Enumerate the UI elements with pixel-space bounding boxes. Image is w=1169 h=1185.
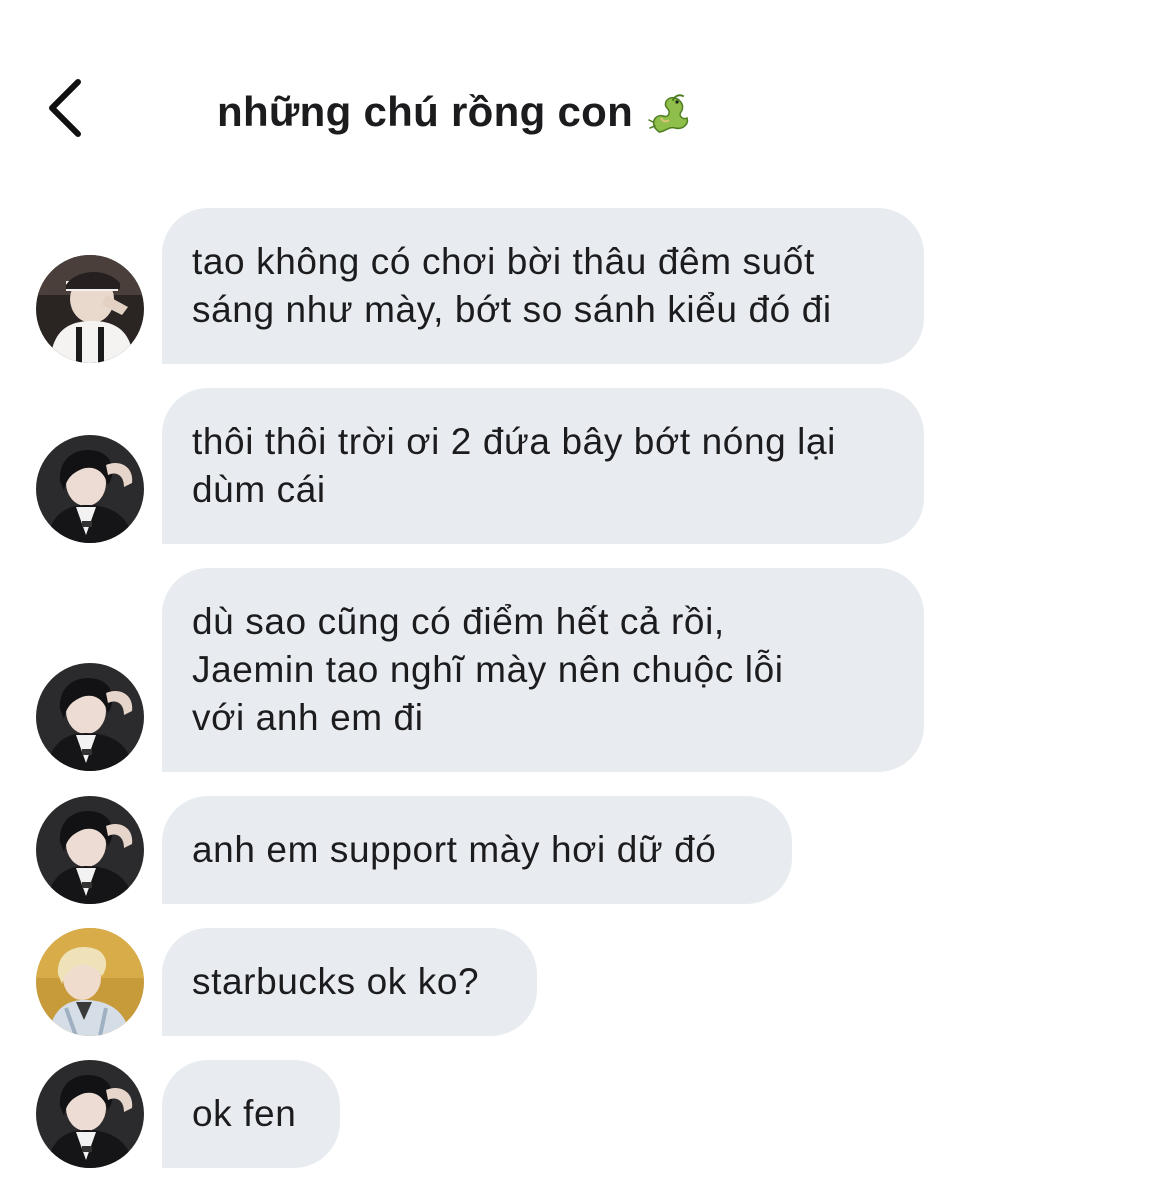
message-row: starbucks ok ko? (0, 928, 1169, 1036)
message-text: tao không có chơi bời thâu đêm suốt sáng… (192, 241, 832, 330)
message-text: starbucks ok ko? (192, 961, 480, 1002)
message-bubble[interactable]: starbucks ok ko? (162, 928, 537, 1036)
back-button[interactable] (40, 72, 100, 144)
avatar-dark-hair-black-jacket[interactable] (36, 663, 144, 771)
message-row: ok fen (0, 1060, 1169, 1168)
avatar-dark-hair-black-jacket[interactable] (36, 796, 144, 904)
message-row: anh em support mày hơi dữ đó (0, 796, 1169, 904)
message-bubble[interactable]: thôi thôi trời ơi 2 đứa bây bớt nóng lại… (162, 388, 924, 544)
message-bubble[interactable]: anh em support mày hơi dữ đó (162, 796, 792, 904)
avatar-dark-hair-black-jacket[interactable] (36, 435, 144, 543)
chat-header: những chú rồng con (0, 0, 1169, 200)
chevron-left-icon (49, 79, 81, 137)
message-row: thôi thôi trời ơi 2 đứa bây bớt nóng lại… (0, 388, 1169, 544)
message-text: ok fen (192, 1093, 297, 1134)
message-bubble[interactable]: ok fen (162, 1060, 340, 1168)
message-text: anh em support mày hơi dữ đó (192, 829, 717, 870)
message-bubble[interactable]: dù sao cũng có điểm hết cả rồi, Jaemin t… (162, 568, 924, 772)
message-row: tao không có chơi bời thâu đêm suốt sáng… (0, 208, 1169, 364)
message-bubble[interactable]: tao không có chơi bời thâu đêm suốt sáng… (162, 208, 924, 364)
message-row: dù sao cũng có điểm hết cả rồi, Jaemin t… (0, 568, 1169, 772)
avatar-white-jacket-headband[interactable] (36, 255, 144, 363)
message-text: dù sao cũng có điểm hết cả rồi, Jaemin t… (192, 601, 784, 738)
chat-title-group[interactable]: những chú rồng con (217, 82, 693, 142)
avatar-dark-hair-black-jacket[interactable] (36, 1060, 144, 1168)
message-text: thôi thôi trời ơi 2 đứa bây bớt nóng lại… (192, 421, 837, 510)
avatar-blonde-denim-jacket[interactable] (36, 928, 144, 1036)
dragon-icon (648, 94, 689, 133)
chat-title: những chú rồng con (217, 88, 634, 135)
